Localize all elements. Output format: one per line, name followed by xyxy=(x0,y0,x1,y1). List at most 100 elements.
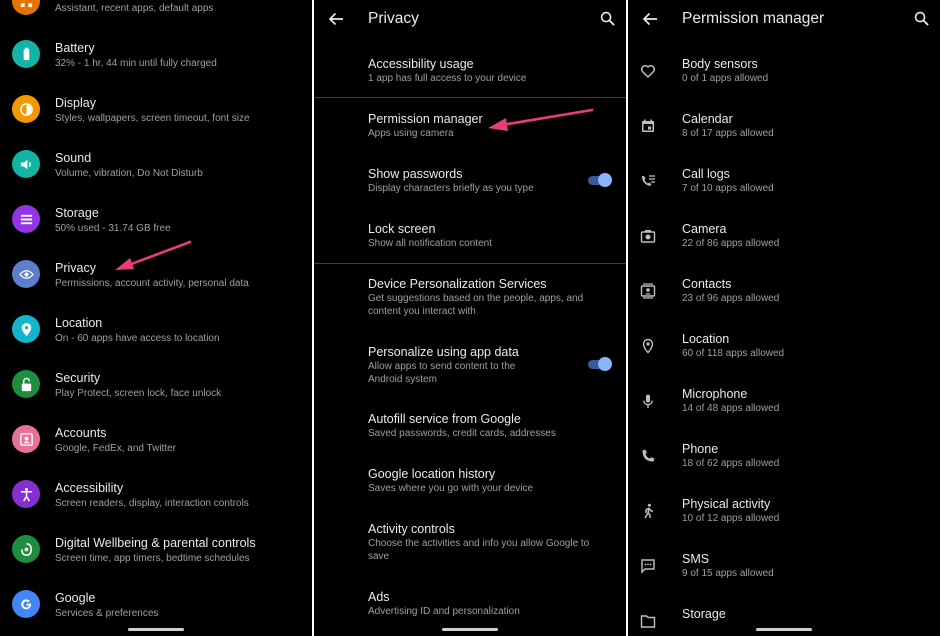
settings-item-subtitle: 50% used - 31.74 GB free xyxy=(55,223,171,234)
phone-icon xyxy=(642,449,655,462)
gesture-nav-bar[interactable] xyxy=(756,628,812,631)
battery-icon xyxy=(12,40,40,68)
settings-item-subtitle: Assistant, recent apps, default apps xyxy=(55,3,214,14)
settings-item-title: Google xyxy=(55,591,96,605)
settings-item-title: Location xyxy=(55,316,103,330)
settings-item-subtitle: Volume, vibration, Do Not Disturb xyxy=(55,168,203,179)
privacy-item-title: Permission manager xyxy=(368,112,483,126)
permission-item-title: Calendar xyxy=(682,112,733,126)
privacy-item-subtitle: Apps using camera xyxy=(368,128,454,139)
settings-item-title: Sound xyxy=(55,151,92,165)
permission-item-subtitle: 8 of 17 apps allowed xyxy=(682,128,774,139)
contacts-icon xyxy=(640,283,656,299)
settings-item-title: Display xyxy=(55,96,96,110)
settings-item-subtitle: Permissions, account activity, personal … xyxy=(55,278,249,289)
permission-item-subtitle: 0 of 1 apps allowed xyxy=(682,73,769,84)
settings-item-title: Accounts xyxy=(55,426,107,440)
back-arrow-icon[interactable] xyxy=(328,11,344,27)
permission-item-subtitle: 9 of 15 apps allowed xyxy=(682,568,774,579)
settings-item-subtitle: Styles, wallpapers, screen timeout, font… xyxy=(55,113,250,124)
privacy-item-title: Personalize using app data xyxy=(368,345,519,359)
divider xyxy=(314,263,626,264)
account-box-icon xyxy=(12,425,40,453)
show-passwords-toggle[interactable] xyxy=(586,172,612,188)
privacy-item-title: Autofill service from Google xyxy=(368,412,521,426)
folder-icon xyxy=(640,615,656,628)
permission-item-title: Storage xyxy=(682,607,726,621)
annotation-arrow xyxy=(488,108,594,131)
permission-item-title: Physical activity xyxy=(682,497,771,511)
divider xyxy=(314,97,626,98)
settings-item-title: Security xyxy=(55,371,101,385)
privacy-eye-icon xyxy=(12,260,40,288)
privacy-item-title: Show passwords xyxy=(368,167,463,181)
calendar-icon xyxy=(642,119,654,132)
privacy-item-subtitle: Advertising ID and personalization xyxy=(368,606,520,617)
settings-item-title: Privacy xyxy=(55,261,96,275)
settings-panel: Assistant, recent apps, default apps Bat… xyxy=(0,0,312,636)
privacy-panel: Privacy Accessibility usage 1 app has fu… xyxy=(314,0,626,636)
permission-item-title: Microphone xyxy=(682,387,748,401)
settings-item-title: Accessibility xyxy=(55,481,124,495)
settings-item-title: Digital Wellbeing & parental controls xyxy=(55,536,256,550)
google-g-icon xyxy=(12,590,40,618)
settings-item-title: Battery xyxy=(55,41,95,55)
permission-item-subtitle: 10 of 12 apps allowed xyxy=(682,513,780,524)
location-pin-icon xyxy=(12,315,40,343)
permission-item-title: Body sensors xyxy=(682,57,758,71)
permission-manager-panel: Permission manager Body sensors 0 of 1 a… xyxy=(628,0,940,636)
wellbeing-icon xyxy=(12,535,40,563)
settings-item-title: Storage xyxy=(55,206,99,220)
walking-icon xyxy=(644,503,653,519)
permission-item-title: Camera xyxy=(682,222,727,236)
search-icon[interactable] xyxy=(914,11,929,26)
heart-icon xyxy=(640,64,656,79)
settings-item-subtitle: 32% - 1 hr, 44 min until fully charged xyxy=(55,58,217,69)
settings-item-subtitle: Screen readers, display, interaction con… xyxy=(55,498,249,509)
permission-item-title: Contacts xyxy=(682,277,732,291)
storage-icon xyxy=(12,205,40,233)
camera-icon xyxy=(640,230,656,243)
microphone-icon xyxy=(643,394,653,408)
privacy-item-title: Ads xyxy=(368,590,390,604)
page-title: Permission manager xyxy=(682,10,825,27)
permission-item-subtitle: 60 of 118 apps allowed xyxy=(682,348,785,359)
privacy-item-subtitle: Saves where you go with your device xyxy=(368,483,534,494)
permission-item-subtitle: 23 of 96 apps allowed xyxy=(682,293,780,304)
call-log-icon xyxy=(642,175,655,186)
permission-item-title: Phone xyxy=(682,442,719,456)
accessibility-icon xyxy=(12,480,40,508)
privacy-item-title: Google location history xyxy=(368,467,496,481)
apps-icon xyxy=(12,0,40,15)
permission-item-subtitle: 18 of 62 apps allowed xyxy=(682,458,780,469)
privacy-item-subtitle: Get suggestions based on the people, app… xyxy=(368,293,584,317)
privacy-item-title: Device Personalization Services xyxy=(368,277,547,291)
permission-item-title: Call logs xyxy=(682,167,730,181)
brightness-icon xyxy=(12,95,40,123)
search-icon[interactable] xyxy=(600,11,615,26)
page-title: Privacy xyxy=(368,10,419,27)
privacy-item-subtitle: Choose the activities and info you allow… xyxy=(368,538,590,562)
lock-open-icon xyxy=(12,370,40,398)
privacy-item-subtitle: Display characters briefly as you type xyxy=(368,183,534,194)
gesture-nav-bar[interactable] xyxy=(128,628,184,631)
back-arrow-icon[interactable] xyxy=(642,11,658,27)
privacy-item-subtitle: Saved passwords, credit cards, addresses xyxy=(368,428,556,439)
gesture-nav-bar[interactable] xyxy=(442,628,498,631)
permission-item-title: Location xyxy=(682,332,730,346)
settings-item-subtitle: Screen time, app timers, bedtime schedul… xyxy=(55,553,250,564)
settings-item-subtitle: Play Protect, screen lock, face unlock xyxy=(55,388,222,399)
permission-item-subtitle: 7 of 10 apps allowed xyxy=(682,183,774,194)
settings-item-subtitle: Google, FedEx, and Twitter xyxy=(55,443,176,454)
volume-icon xyxy=(12,150,40,178)
personalize-app-data-toggle[interactable] xyxy=(586,356,612,372)
permission-item-title: SMS xyxy=(682,552,710,566)
location-pin-icon xyxy=(642,338,654,354)
settings-item-subtitle: Services & preferences xyxy=(55,608,159,619)
privacy-item-title: Accessibility usage xyxy=(368,57,474,71)
privacy-item-title: Activity controls xyxy=(368,522,455,536)
sms-icon xyxy=(641,559,655,574)
privacy-item-subtitle: Show all notification content xyxy=(368,238,492,249)
privacy-item-subtitle: 1 app has full access to your device xyxy=(368,73,527,84)
privacy-item-title: Lock screen xyxy=(368,222,436,236)
